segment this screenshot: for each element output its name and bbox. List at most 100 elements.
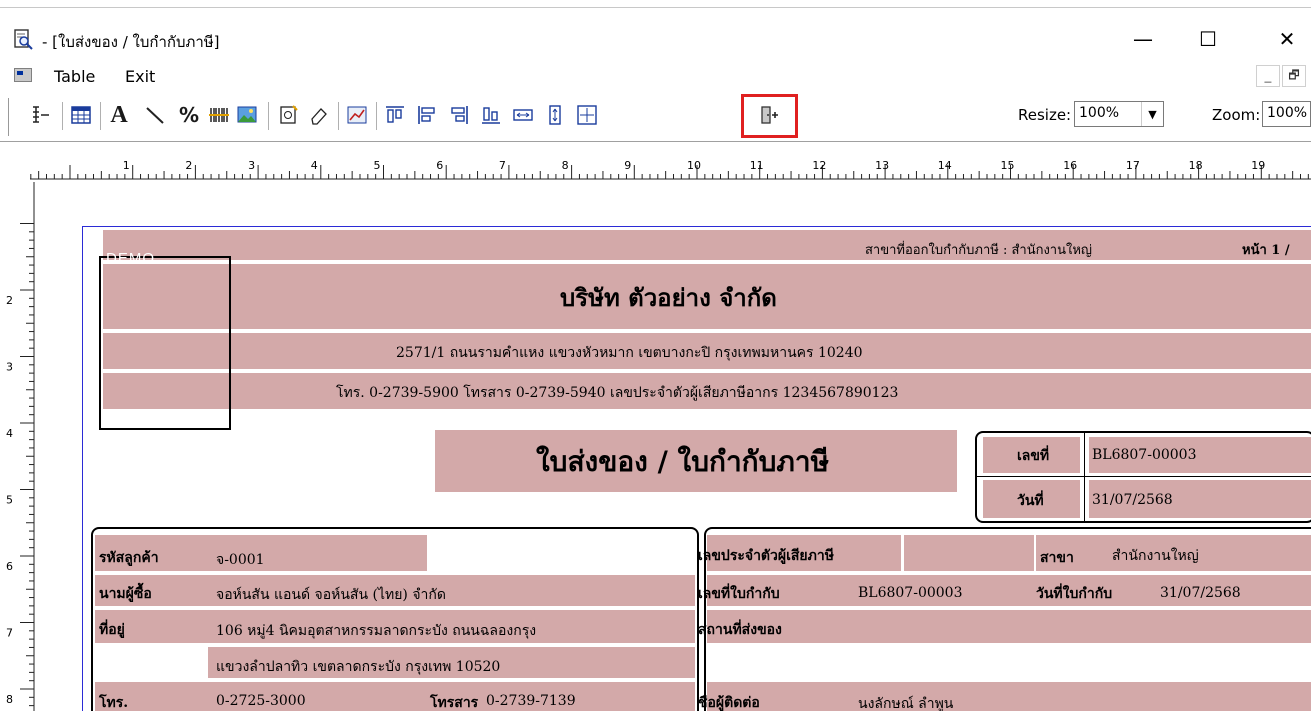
table-grid-icon[interactable]: [68, 102, 94, 128]
toolbar-separator: [100, 102, 101, 130]
ruler-number: 4: [311, 159, 318, 172]
report-canvas: สาขาที่ออกใบกำกับภาษี : สำนักงานใหญ่ หน้…: [40, 182, 1311, 711]
ruler-number: 12: [812, 159, 826, 172]
app-menu-icon[interactable]: [14, 68, 32, 82]
branch-value: สำนักงานใหญ่: [1112, 548, 1199, 564]
ruler-number: 4: [6, 427, 13, 440]
invoice-no-value: BL6807-00003: [858, 585, 963, 601]
contact-row: [707, 682, 1311, 711]
align-bottom-icon[interactable]: [478, 102, 504, 128]
minimize-button[interactable]: —: [1120, 24, 1166, 54]
align-left-icon[interactable]: [414, 102, 440, 128]
doc-date-label: วันที่: [1017, 493, 1044, 509]
zoom-select[interactable]: 100%: [1262, 101, 1311, 127]
ruler-number: 6: [6, 560, 13, 573]
vertical-ruler[interactable]: 2 3 4 5 6 7 8: [0, 182, 40, 711]
ruler-number: 5: [6, 494, 13, 507]
line-icon[interactable]: [142, 102, 168, 128]
same-height-icon[interactable]: [542, 102, 568, 128]
menu-exit[interactable]: Exit: [125, 67, 155, 86]
invoice-no-label: เลขที่ใบกำกับ: [698, 586, 780, 602]
center-icon[interactable]: [574, 102, 600, 128]
zoom-label: Zoom:: [1212, 106, 1261, 124]
cust-fax-value: 0-2739-7139: [486, 693, 576, 709]
text-icon[interactable]: A: [106, 102, 132, 128]
ruler-number: 17: [1126, 159, 1140, 172]
logo-placeholder[interactable]: [99, 256, 231, 430]
maximize-button[interactable]: ☐: [1185, 24, 1231, 54]
image-icon[interactable]: [234, 102, 260, 128]
cust-phone-row: [95, 682, 695, 711]
align-right-icon[interactable]: [446, 102, 472, 128]
ruler-number: 5: [374, 159, 381, 172]
ruler-number: 3: [248, 159, 255, 172]
taxid-value-cell: [904, 535, 1034, 571]
percent-icon[interactable]: %: [176, 102, 202, 128]
cust-address-line1: 106 หมู่4 นิคมอุตสาหกรรมลาดกระบัง ถนนฉลอ…: [216, 623, 537, 639]
ruler-number: 11: [750, 159, 764, 172]
ruler-number: 1: [123, 159, 130, 172]
company-contact: โทร. 0-2739-5900 โทรสาร 0-2739-5940 เลขป…: [336, 385, 899, 401]
mdi-restore-button[interactable]: 🗗: [1282, 65, 1306, 87]
toolbar: A % Resize: 100% ▼ Zoom: 100%: [0, 92, 1311, 142]
ruler-number: 13: [875, 159, 889, 172]
doc-no-value: BL6807-00003: [1092, 447, 1197, 463]
field-list-icon[interactable]: [28, 102, 54, 128]
resize-label: Resize:: [1018, 106, 1072, 124]
ruler-number: 14: [938, 159, 952, 172]
window-title: - [ใบส่งของ / ใบกำกับภาษี]: [42, 33, 220, 51]
zoom-value: 100%: [1267, 105, 1308, 121]
ruler-number: 6: [436, 159, 443, 172]
align-top-icon[interactable]: [382, 102, 408, 128]
exit-icon[interactable]: [756, 102, 782, 128]
invoice-date-value: 31/07/2568: [1160, 585, 1241, 601]
demo-watermark: DEMO: [106, 250, 155, 267]
invoice-date-label: วันที่ใบกำกับ: [1036, 586, 1113, 602]
ship-to-row: [707, 610, 1311, 643]
page-label: หน้า 1 /: [1242, 243, 1290, 258]
doc-number-divider: [975, 476, 1311, 477]
mdi-minimize-button[interactable]: _: [1256, 65, 1280, 87]
close-button[interactable]: ✕: [1264, 24, 1310, 54]
cust-address-label: ที่อยู่: [99, 622, 125, 638]
toolbar-grip[interactable]: [8, 98, 10, 136]
cust-fax-label: โทรสาร: [430, 695, 479, 711]
chart-icon[interactable]: [344, 102, 370, 128]
doc-title: ใบส่งของ / ใบกำกับภาษี: [536, 445, 830, 478]
ruler-number: 8: [562, 159, 569, 172]
title-bar[interactable]: - [ใบส่งของ / ใบกำกับภาษี] — ☐ ✕: [0, 22, 1311, 56]
same-width-icon[interactable]: [510, 102, 536, 128]
chevron-down-icon[interactable]: ▼: [1141, 102, 1163, 126]
toolbar-separator: [268, 102, 269, 130]
ruler-number: 16: [1063, 159, 1077, 172]
branch-issue-label: สาขาที่ออกใบกำกับภาษี : สำนักงานใหญ่: [865, 243, 1092, 258]
ruler-number: 3: [6, 361, 13, 374]
new-object-icon[interactable]: [276, 102, 302, 128]
eraser-icon[interactable]: [306, 102, 332, 128]
taxid-label: เลขประจำตัวผู้เสียภาษี: [698, 548, 834, 564]
doc-no-label: เลขที่: [1017, 448, 1050, 464]
print-preview-icon: [14, 29, 33, 50]
header-band: [103, 230, 1311, 260]
toolbar-separator: [376, 102, 377, 130]
ruler-number: 7: [6, 627, 13, 640]
horizontal-ruler[interactable]: 1 2 3 4 5 6 7 8 9 10 11 12 13 14 15 16 17 18 19: [0, 146, 1311, 182]
ruler-number: 18: [1189, 159, 1203, 172]
company-address: 2571/1 ถนนรามคำแหง แขวงหัวหมาก เขตบางกะป…: [396, 345, 863, 361]
company-name: บริษัท ตัวอย่าง จำกัด: [560, 283, 777, 312]
barcode-icon[interactable]: [206, 102, 232, 128]
branch-label: สาขา: [1040, 550, 1074, 566]
menu-table[interactable]: Table: [54, 67, 95, 86]
resize-select[interactable]: 100% ▼: [1074, 101, 1164, 127]
ship-to-label: สถานที่ส่งของ: [698, 622, 782, 638]
cust-address-line2: แขวงลำปลาทิว เขตลาดกระบัง กรุงเทพ 10520: [216, 659, 501, 675]
ruler-number: 2: [6, 294, 13, 307]
ruler-number: 2: [185, 159, 192, 172]
ruler-number: 7: [499, 159, 506, 172]
ruler-number: 9: [624, 159, 631, 172]
cust-phone-label: โทร.: [99, 695, 129, 711]
cust-code-label: รหัสลูกค้า: [99, 550, 159, 566]
ruler-number: 10: [687, 159, 701, 172]
cust-phone-value: 0-2725-3000: [216, 693, 306, 709]
ruler-number: 8: [6, 693, 13, 706]
